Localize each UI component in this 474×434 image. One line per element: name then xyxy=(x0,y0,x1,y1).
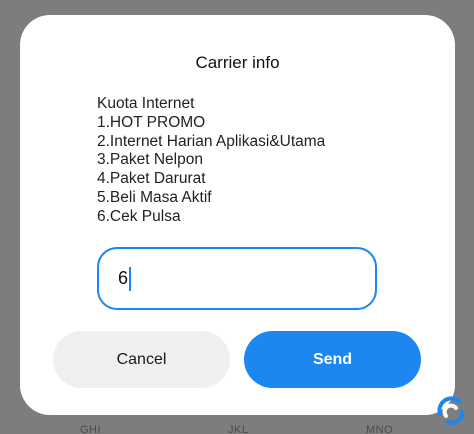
menu-line-2: 2.Internet Harian Aplikasi&Utama xyxy=(97,132,326,150)
keypad-label-mno: MNO xyxy=(366,424,394,434)
keypad-label-ghi: GHI xyxy=(80,424,102,434)
reply-input[interactable]: 6 xyxy=(97,247,377,310)
menu-line-6: 6.Cek Pulsa xyxy=(97,207,181,225)
background-keypad: GHI JKL MNO xyxy=(0,414,474,434)
dialog-title: Carrier info xyxy=(195,53,280,72)
keypad-label-jkl: JKL xyxy=(228,424,249,434)
menu-line-3: 3.Paket Nelpon xyxy=(97,151,203,169)
menu-line-5: 5.Beli Masa Aktif xyxy=(97,188,212,206)
menu-line-1: 1.HOT PROMO xyxy=(97,113,206,131)
carrier-info-dialog: Carrier info Kuota Internet 1.HOT PROMO … xyxy=(20,15,455,415)
menu-line-header: Kuota Internet xyxy=(97,95,195,112)
reply-input-value: 6 xyxy=(118,268,129,288)
cancel-button[interactable]: Cancel xyxy=(53,331,230,388)
send-button-label: Send xyxy=(312,350,353,368)
brand-logo-icon xyxy=(434,394,468,428)
send-button[interactable]: Send xyxy=(244,331,421,388)
text-caret xyxy=(129,266,132,291)
menu-line-4: 4.Paket Darurat xyxy=(97,170,206,188)
cancel-button-label: Cancel xyxy=(116,350,167,368)
ussd-menu-message: Kuota Internet 1.HOT PROMO 2.Internet Ha… xyxy=(97,95,437,227)
